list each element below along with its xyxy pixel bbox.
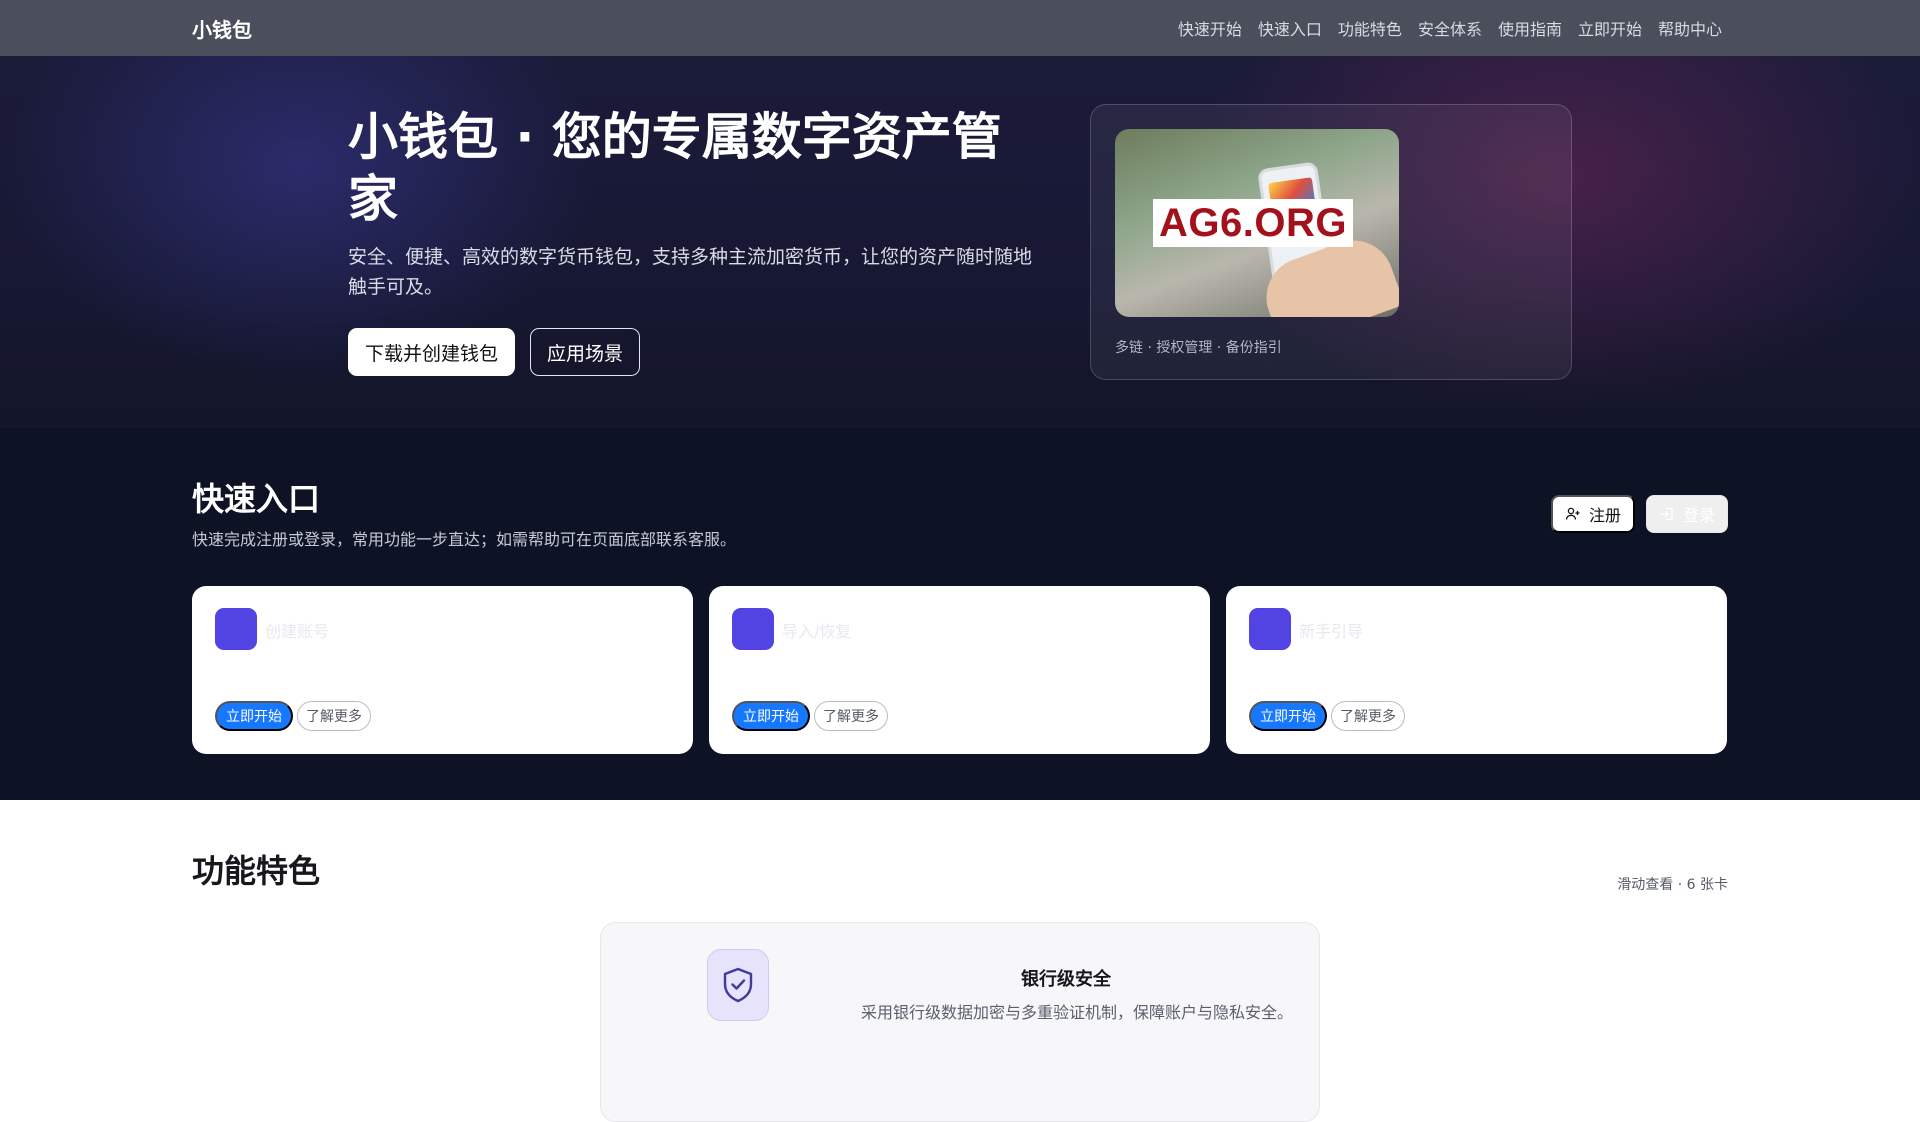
beginner-guide-icon xyxy=(1249,608,1291,650)
hero-subtitle: 安全、便捷、高效的数字货币钱包，支持多种主流加密货币，让您的资产随时随地触手可及… xyxy=(348,246,1033,298)
login-icon xyxy=(1661,507,1673,521)
hero-card-caption: 多链 · 授权管理 · 备份指引 xyxy=(1115,340,1282,356)
nav-links: 快速开始 快速入口 功能特色 安全体系 使用指南 立即开始 帮助中心 xyxy=(1178,0,1722,56)
quick-entry-section: 快速入口 快速完成注册或登录，常用功能一步直达；如需帮助可在页面底部联系客服。 … xyxy=(0,428,1920,800)
start-now-button[interactable]: 立即开始 xyxy=(1249,701,1327,731)
shield-check-icon xyxy=(723,967,753,1003)
learn-more-button[interactable]: 了解更多 xyxy=(1331,701,1405,731)
hero-title: 小钱包 · 您的专属数字资产管家 xyxy=(348,108,1002,228)
image-watermark-text: AG6.ORG xyxy=(1153,199,1353,247)
feature-icon-box xyxy=(707,949,769,1021)
quick-card-title: 导入/恢复 xyxy=(782,622,852,641)
login-label: 登录 xyxy=(1683,508,1716,525)
quick-entry-subtitle: 快速完成注册或登录，常用功能一步直达；如需帮助可在页面底部联系客服。 xyxy=(192,530,737,549)
download-create-wallet-button[interactable]: 下载并创建钱包 xyxy=(348,328,516,376)
nav-link-quick-start[interactable]: 快速开始 xyxy=(1178,16,1242,40)
features-title: 功能特色 xyxy=(192,852,321,890)
quick-card-title: 新手引导 xyxy=(1299,622,1364,641)
nav-link-help[interactable]: 帮助中心 xyxy=(1658,16,1722,40)
login-button[interactable]: 登录 xyxy=(1646,495,1729,533)
hero-image: AG6.ORG xyxy=(1115,129,1399,317)
feature-name: 银行级安全 xyxy=(1021,969,1111,990)
feature-card-bank-security[interactable]: 银行级安全 采用银行级数据加密与多重验证机制，保障账户与隐私安全。 xyxy=(600,922,1320,1122)
quick-entry-title: 快速入口 xyxy=(192,480,321,518)
quick-card-import-restore: 导入/恢复 立即开始 了解更多 xyxy=(709,586,1210,754)
nav-link-quick-entry[interactable]: 快速入口 xyxy=(1258,16,1322,40)
register-button[interactable]: 注册 xyxy=(1551,495,1636,533)
features-scroll-hint: 滑动查看 · 6 张卡 xyxy=(1617,877,1728,893)
start-now-button[interactable]: 立即开始 xyxy=(215,701,293,731)
quick-card-beginner-guide: 新手引导 立即开始 了解更多 xyxy=(1226,586,1727,754)
hero-preview-card: AG6.ORG 多链 · 授权管理 · 备份指引 xyxy=(1090,104,1572,380)
nav-link-security[interactable]: 安全体系 xyxy=(1418,16,1482,40)
hero-section: 小钱包 · 您的专属数字资产管家 安全、便捷、高效的数字货币钱包，支持多种主流加… xyxy=(0,56,1920,428)
register-label: 注册 xyxy=(1589,508,1622,525)
use-cases-button[interactable]: 应用场景 xyxy=(530,328,641,376)
top-navbar: 小钱包 快速开始 快速入口 功能特色 安全体系 使用指南 立即开始 帮助中心 xyxy=(0,0,1920,56)
brand-logo-text[interactable]: 小钱包 xyxy=(192,14,252,43)
import-restore-icon xyxy=(732,608,774,650)
nav-link-features[interactable]: 功能特色 xyxy=(1338,16,1402,40)
feature-description: 采用银行级数据加密与多重验证机制，保障账户与隐私安全。 xyxy=(861,1003,1294,1022)
learn-more-button[interactable]: 了解更多 xyxy=(814,701,888,731)
features-section: 功能特色 滑动查看 · 6 张卡 银行级安全 采用银行级数据加密与多重验证机制，… xyxy=(0,800,1920,1122)
add-user-icon xyxy=(1565,507,1580,520)
quick-card-title: 创建账号 xyxy=(265,622,330,641)
nav-link-guide[interactable]: 使用指南 xyxy=(1498,16,1562,40)
start-now-button[interactable]: 立即开始 xyxy=(732,701,810,731)
quick-card-create-account: 创建账号 立即开始 了解更多 xyxy=(192,586,693,754)
learn-more-button[interactable]: 了解更多 xyxy=(297,701,371,731)
nav-link-start-now[interactable]: 立即开始 xyxy=(1578,16,1642,40)
create-account-icon xyxy=(215,608,257,650)
